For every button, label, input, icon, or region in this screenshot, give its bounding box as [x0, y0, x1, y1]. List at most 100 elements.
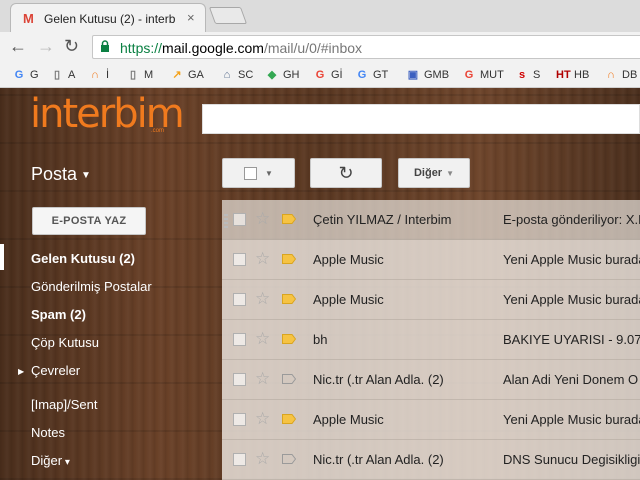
message-subject: Alan Adi Yeni Donem O: [503, 372, 639, 387]
sidebar-item[interactable]: Notes: [31, 425, 65, 440]
bookmark-label: GMB: [424, 69, 450, 81]
star-icon[interactable]: ☆: [255, 209, 270, 229]
bookmark-item[interactable]: ⌂ SC: [220, 67, 254, 83]
bookmark-item[interactable]: sS: [515, 67, 540, 83]
bookmark-favicon-icon: G: [14, 69, 24, 81]
row-checkbox[interactable]: [233, 333, 246, 346]
message-row[interactable]: ☆ Nic.tr (.tr Alan Adla. (2) DNS Sunucu De…: [222, 440, 640, 480]
importance-marker-icon[interactable]: [282, 294, 296, 304]
bookmark-favicon-icon: ∩: [607, 69, 615, 81]
message-row[interactable]: ☆ Apple Music Yeni Apple Music burada: [222, 400, 640, 440]
sidebar-item[interactable]: Diğer ▾: [31, 453, 70, 468]
compose-button[interactable]: E-POSTA YAZ: [32, 207, 146, 235]
bookmark-item[interactable]: ▯ A: [50, 67, 75, 83]
message-subject: Yeni Apple Music burada: [503, 412, 640, 427]
importance-marker-icon[interactable]: [282, 254, 296, 264]
back-arrow-icon[interactable]: ←: [9, 36, 27, 56]
forward-arrow-icon[interactable]: →: [37, 36, 55, 56]
row-checkbox[interactable]: [233, 213, 246, 226]
importance-marker-icon[interactable]: [282, 334, 296, 344]
message-subject: BAKIYE UYARISI - 9.07: [503, 332, 640, 347]
row-checkbox[interactable]: [233, 253, 246, 266]
bookmark-favicon-icon: ↗: [172, 69, 182, 81]
bookmark-favicon-icon: ▯: [53, 69, 61, 81]
browser-tab[interactable]: M Gelen Kutusu (2) - interbim ×: [10, 3, 206, 32]
expand-arrow-icon[interactable]: ▶: [18, 367, 24, 376]
bookmark-label: M: [144, 69, 154, 81]
bookmark-favicon-icon: ▣: [407, 69, 419, 81]
drag-handle-icon[interactable]: [224, 212, 228, 228]
more-label: Diğer: [413, 167, 443, 179]
sidebar-item[interactable]: Çöp Kutusu: [31, 335, 99, 350]
bookmark-favicon-icon: ◆: [267, 69, 277, 81]
importance-marker-icon[interactable]: [282, 214, 296, 224]
bookmark-item[interactable]: HT HB: [556, 67, 589, 83]
search-input[interactable]: [202, 104, 640, 134]
new-tab-button[interactable]: [208, 7, 248, 24]
importance-marker-icon[interactable]: [282, 374, 296, 384]
bookmarks-bar: G G ▯ A ∩ İ ▯ M ↗ GA ⌂ SC ◆ GH G Gİ G GT ▣ GMB G MUT s S HT HB ∩ DB: [0, 62, 640, 88]
select-all-button[interactable]: ▼: [222, 158, 295, 188]
bookmark-item[interactable]: ◆ GH: [265, 67, 300, 83]
sidebar-item[interactable]: Gönderilmiş Postalar: [31, 279, 152, 294]
row-checkbox[interactable]: [233, 453, 246, 466]
message-row[interactable]: ☆ bh BAKIYE UYARISI - 9.07: [222, 320, 640, 360]
sidebar-item[interactable]: Spam (2): [31, 307, 86, 322]
more-button[interactable]: Diğer ▼: [398, 158, 470, 188]
bookmark-item[interactable]: GG: [12, 67, 39, 83]
url-scheme: https://: [120, 40, 163, 56]
message-row[interactable]: ☆ Apple Music Yeni Apple Music burada: [222, 240, 640, 280]
bookmark-favicon-icon: G: [357, 69, 367, 81]
sidebar-item[interactable]: Gelen Kutusu (2): [31, 251, 135, 266]
star-icon[interactable]: ☆: [255, 329, 270, 349]
bookmark-item[interactable]: ▯ M: [126, 67, 153, 83]
bookmark-item[interactable]: ▣ GMB: [406, 67, 449, 83]
message-sender: Çetin YILMAZ / Interbim: [313, 212, 452, 227]
url-host: mail.google.com: [162, 40, 264, 56]
sidebar-item[interactable]: [Imap]/Sent: [31, 397, 97, 412]
bookmark-item[interactable]: ∩ DB: [604, 67, 637, 83]
posta-menu[interactable]: Posta ▼: [31, 164, 91, 185]
message-row[interactable]: ☆ Apple Music Yeni Apple Music burada: [222, 280, 640, 320]
bookmark-item[interactable]: G Gİ: [313, 67, 343, 83]
row-checkbox[interactable]: [233, 293, 246, 306]
importance-marker-icon[interactable]: [282, 414, 296, 424]
message-list: ☆ Çetin YILMAZ / Interbim E-posta gönderil…: [222, 200, 640, 480]
message-subject: Yeni Apple Music burada: [503, 292, 640, 307]
bookmark-label: GT: [373, 69, 389, 81]
sidebar-item-label: Spam (2): [31, 307, 86, 322]
gmail-favicon-icon: M: [23, 11, 34, 26]
message-sender: Apple Music: [313, 292, 384, 307]
bookmark-favicon-icon: HT: [556, 69, 571, 81]
address-bar[interactable]: https://mail.google.com/mail/u/0/#inbox: [92, 35, 640, 59]
bookmark-label: İ: [106, 69, 110, 81]
close-tab-icon[interactable]: ×: [187, 10, 195, 25]
bookmark-favicon-icon: s: [518, 69, 526, 81]
bookmark-item[interactable]: G GT: [355, 67, 389, 83]
sidebar-item-label: Gelen Kutusu (2): [31, 251, 136, 266]
star-icon[interactable]: ☆: [255, 449, 270, 469]
importance-marker-icon[interactable]: [282, 454, 296, 464]
sidebar-item[interactable]: Çevreler: [31, 363, 80, 378]
refresh-button[interactable]: ↻: [310, 158, 382, 188]
logo-domain: .com: [151, 128, 165, 134]
row-checkbox[interactable]: [233, 413, 246, 426]
browser-toolbar: ← → ↻ https://mail.google.com/mail/u/0/#…: [0, 32, 640, 62]
message-row[interactable]: ☆ Nic.tr (.tr Alan Adla. (2) Alan Adi Yeni…: [222, 360, 640, 400]
row-checkbox[interactable]: [233, 373, 246, 386]
message-row[interactable]: ☆ Çetin YILMAZ / Interbim E-posta gönderil…: [222, 200, 640, 240]
star-icon[interactable]: ☆: [255, 369, 270, 389]
bookmark-item[interactable]: G MUT: [462, 67, 504, 83]
star-icon[interactable]: ☆: [255, 409, 270, 429]
star-icon[interactable]: ☆: [255, 289, 270, 309]
bookmark-item[interactable]: ↗ GA: [170, 67, 204, 83]
url-text[interactable]: https://mail.google.com/mail/u/0/#inbox: [120, 40, 362, 56]
star-icon[interactable]: ☆: [255, 249, 270, 269]
message-subject: Yeni Apple Music burada: [503, 252, 640, 267]
bookmark-item[interactable]: ∩ İ: [88, 67, 109, 83]
bookmark-label: MUT: [480, 69, 504, 81]
caret-down-icon: ▼: [265, 168, 273, 178]
message-sender: Nic.tr (.tr Alan Adla. (2): [313, 372, 444, 387]
bookmark-label: HB: [574, 69, 590, 81]
reload-icon[interactable]: ↻: [64, 36, 79, 56]
